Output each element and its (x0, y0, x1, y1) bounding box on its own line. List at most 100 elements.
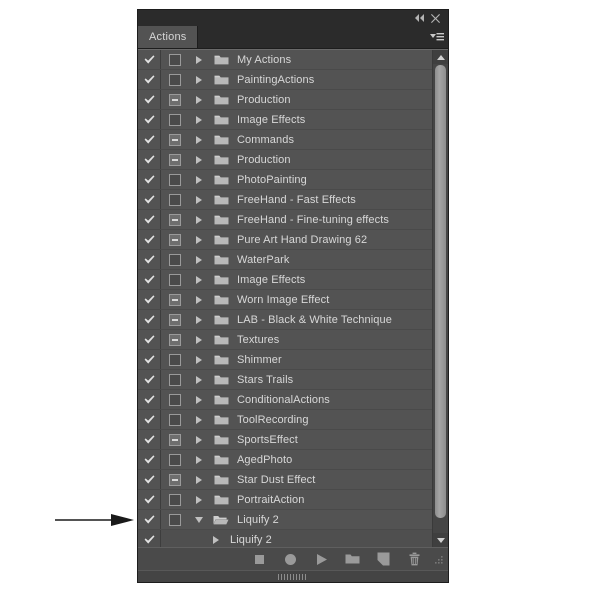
expand-twisty-icon[interactable] (189, 315, 209, 324)
action-set-row[interactable]: My Actions (138, 50, 432, 70)
toggle-dialog-checkbox[interactable] (161, 473, 189, 486)
toggle-dialog-checkbox[interactable] (161, 173, 189, 186)
action-set-row[interactable]: AgedPhoto (138, 450, 432, 470)
scrollbar-track[interactable] (433, 64, 448, 533)
toggle-item-checkbox[interactable] (138, 150, 161, 169)
trash-icon[interactable] (399, 548, 430, 570)
toggle-item-checkbox[interactable] (138, 210, 161, 229)
expand-twisty-icon[interactable] (189, 195, 209, 204)
toggle-item-checkbox[interactable] (138, 410, 161, 429)
stop-icon[interactable] (244, 548, 275, 570)
toggle-item-checkbox[interactable] (138, 130, 161, 149)
action-set-row[interactable]: PortraitAction (138, 490, 432, 510)
toggle-dialog-checkbox[interactable] (161, 333, 189, 346)
toggle-dialog-checkbox[interactable] (161, 113, 189, 126)
action-set-row[interactable]: SportsEffect (138, 430, 432, 450)
expand-twisty-icon[interactable] (189, 215, 209, 224)
toggle-item-checkbox[interactable] (138, 530, 161, 547)
action-set-row[interactable]: Image Effects (138, 110, 432, 130)
expand-twisty-icon[interactable] (189, 375, 209, 384)
actions-list[interactable]: My Actions PaintingActions Production Image… (138, 50, 432, 547)
toggle-item-checkbox[interactable] (138, 510, 161, 529)
expand-twisty-icon[interactable] (189, 75, 209, 84)
expand-twisty-icon[interactable] (189, 335, 209, 344)
toggle-item-checkbox[interactable] (138, 490, 161, 509)
toggle-item-checkbox[interactable] (138, 170, 161, 189)
expand-twisty-icon[interactable] (189, 395, 209, 404)
toggle-dialog-checkbox[interactable] (161, 213, 189, 226)
action-set-row[interactable]: Star Dust Effect (138, 470, 432, 490)
action-set-row[interactable]: ConditionalActions (138, 390, 432, 410)
action-set-row[interactable]: Stars Trails (138, 370, 432, 390)
close-icon[interactable] (427, 11, 443, 25)
expand-twisty-icon[interactable] (189, 435, 209, 444)
toggle-dialog-checkbox[interactable] (161, 293, 189, 306)
toggle-item-checkbox[interactable] (138, 430, 161, 449)
toggle-item-checkbox[interactable] (138, 230, 161, 249)
toggle-dialog-checkbox[interactable] (161, 433, 189, 446)
toggle-item-checkbox[interactable] (138, 250, 161, 269)
action-row[interactable]: Liquify 2 (138, 530, 432, 547)
expand-twisty-icon[interactable] (189, 235, 209, 244)
expand-twisty-icon[interactable] (206, 535, 226, 544)
expand-twisty-icon[interactable] (189, 135, 209, 144)
expand-twisty-icon[interactable] (189, 55, 209, 64)
collapse-to-icons-button[interactable] (411, 11, 427, 25)
expand-twisty-icon[interactable] (189, 95, 209, 104)
expand-twisty-icon[interactable] (189, 115, 209, 124)
action-set-row[interactable]: Shimmer (138, 350, 432, 370)
toggle-dialog-checkbox[interactable] (161, 253, 189, 266)
action-set-row[interactable]: ToolRecording (138, 410, 432, 430)
expand-twisty-icon[interactable] (189, 415, 209, 424)
toggle-dialog-checkbox[interactable] (161, 73, 189, 86)
expand-twisty-icon[interactable] (189, 255, 209, 264)
expand-twisty-icon[interactable] (189, 495, 209, 504)
toggle-item-checkbox[interactable] (138, 50, 161, 69)
toggle-dialog-checkbox[interactable] (161, 153, 189, 166)
action-set-row[interactable]: Production (138, 150, 432, 170)
play-icon[interactable] (306, 548, 337, 570)
toggle-dialog-checkbox[interactable] (161, 453, 189, 466)
panel-menu-icon[interactable] (426, 26, 448, 48)
collapse-twisty-icon[interactable] (189, 516, 209, 523)
toggle-item-checkbox[interactable] (138, 390, 161, 409)
action-set-row[interactable]: FreeHand - Fine-tuning effects (138, 210, 432, 230)
toggle-item-checkbox[interactable] (138, 310, 161, 329)
action-set-row[interactable]: Production (138, 90, 432, 110)
action-set-row[interactable]: WaterPark (138, 250, 432, 270)
expand-twisty-icon[interactable] (189, 175, 209, 184)
action-set-row[interactable]: LAB - Black & White Technique (138, 310, 432, 330)
toggle-item-checkbox[interactable] (138, 370, 161, 389)
expand-twisty-icon[interactable] (189, 455, 209, 464)
expand-twisty-icon[interactable] (189, 155, 209, 164)
record-icon[interactable] (275, 548, 306, 570)
list-scrollbar[interactable] (432, 50, 448, 547)
toggle-dialog-checkbox[interactable] (161, 373, 189, 386)
action-set-row[interactable]: PaintingActions (138, 70, 432, 90)
toggle-item-checkbox[interactable] (138, 190, 161, 209)
toggle-dialog-checkbox[interactable] (161, 233, 189, 246)
resize-grip-icon[interactable] (432, 553, 444, 565)
toggle-item-checkbox[interactable] (138, 110, 161, 129)
tab-actions[interactable]: Actions (138, 26, 199, 48)
toggle-item-checkbox[interactable] (138, 90, 161, 109)
toggle-item-checkbox[interactable] (138, 270, 161, 289)
scroll-up-icon[interactable] (433, 50, 448, 64)
action-set-row[interactable]: Liquify 2 (138, 510, 432, 530)
scroll-down-icon[interactable] (433, 533, 448, 547)
toggle-item-checkbox[interactable] (138, 330, 161, 349)
panel-drag-grip[interactable] (278, 573, 308, 580)
expand-twisty-icon[interactable] (189, 275, 209, 284)
action-set-row[interactable]: Commands (138, 130, 432, 150)
expand-twisty-icon[interactable] (189, 355, 209, 364)
toggle-dialog-checkbox[interactable] (161, 353, 189, 366)
toggle-dialog-checkbox[interactable] (161, 273, 189, 286)
scrollbar-thumb[interactable] (435, 65, 446, 518)
expand-twisty-icon[interactable] (189, 475, 209, 484)
expand-twisty-icon[interactable] (189, 295, 209, 304)
action-set-row[interactable]: Image Effects (138, 270, 432, 290)
action-set-row[interactable]: Pure Art Hand Drawing 62 (138, 230, 432, 250)
toggle-dialog-checkbox[interactable] (161, 193, 189, 206)
action-set-row[interactable]: Worn Image Effect (138, 290, 432, 310)
toggle-item-checkbox[interactable] (138, 450, 161, 469)
